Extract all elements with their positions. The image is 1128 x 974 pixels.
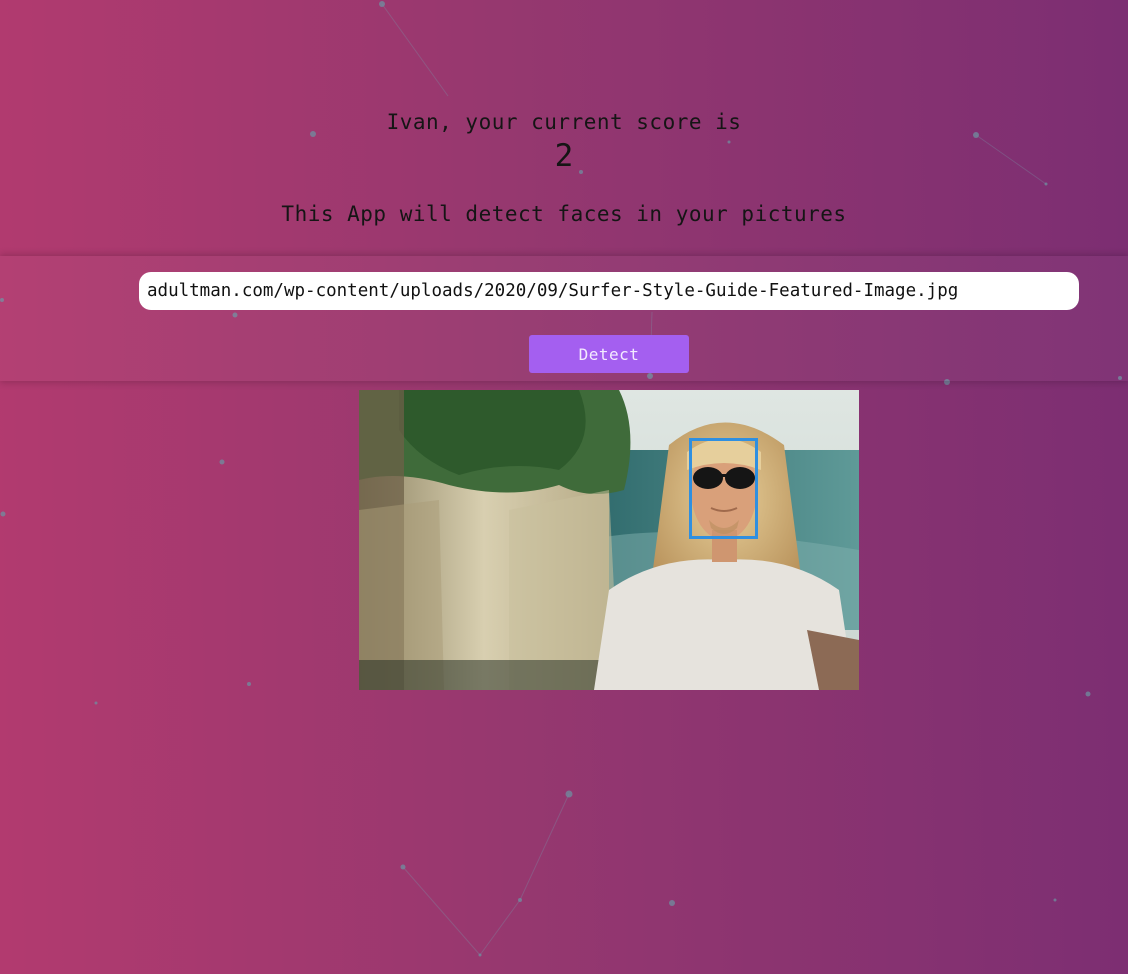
face-bounding-box: [689, 438, 758, 539]
image-url-input[interactable]: [139, 272, 1079, 310]
image-url-form: Detect: [0, 256, 1128, 381]
score-label: Ivan, your current score is: [386, 110, 742, 134]
surfer-photo: [359, 390, 859, 690]
score-value: 2: [554, 138, 574, 174]
detect-button[interactable]: Detect: [529, 335, 689, 373]
detected-image: [359, 390, 859, 690]
app-tagline: This App will detect faces in your pictu…: [281, 202, 847, 226]
